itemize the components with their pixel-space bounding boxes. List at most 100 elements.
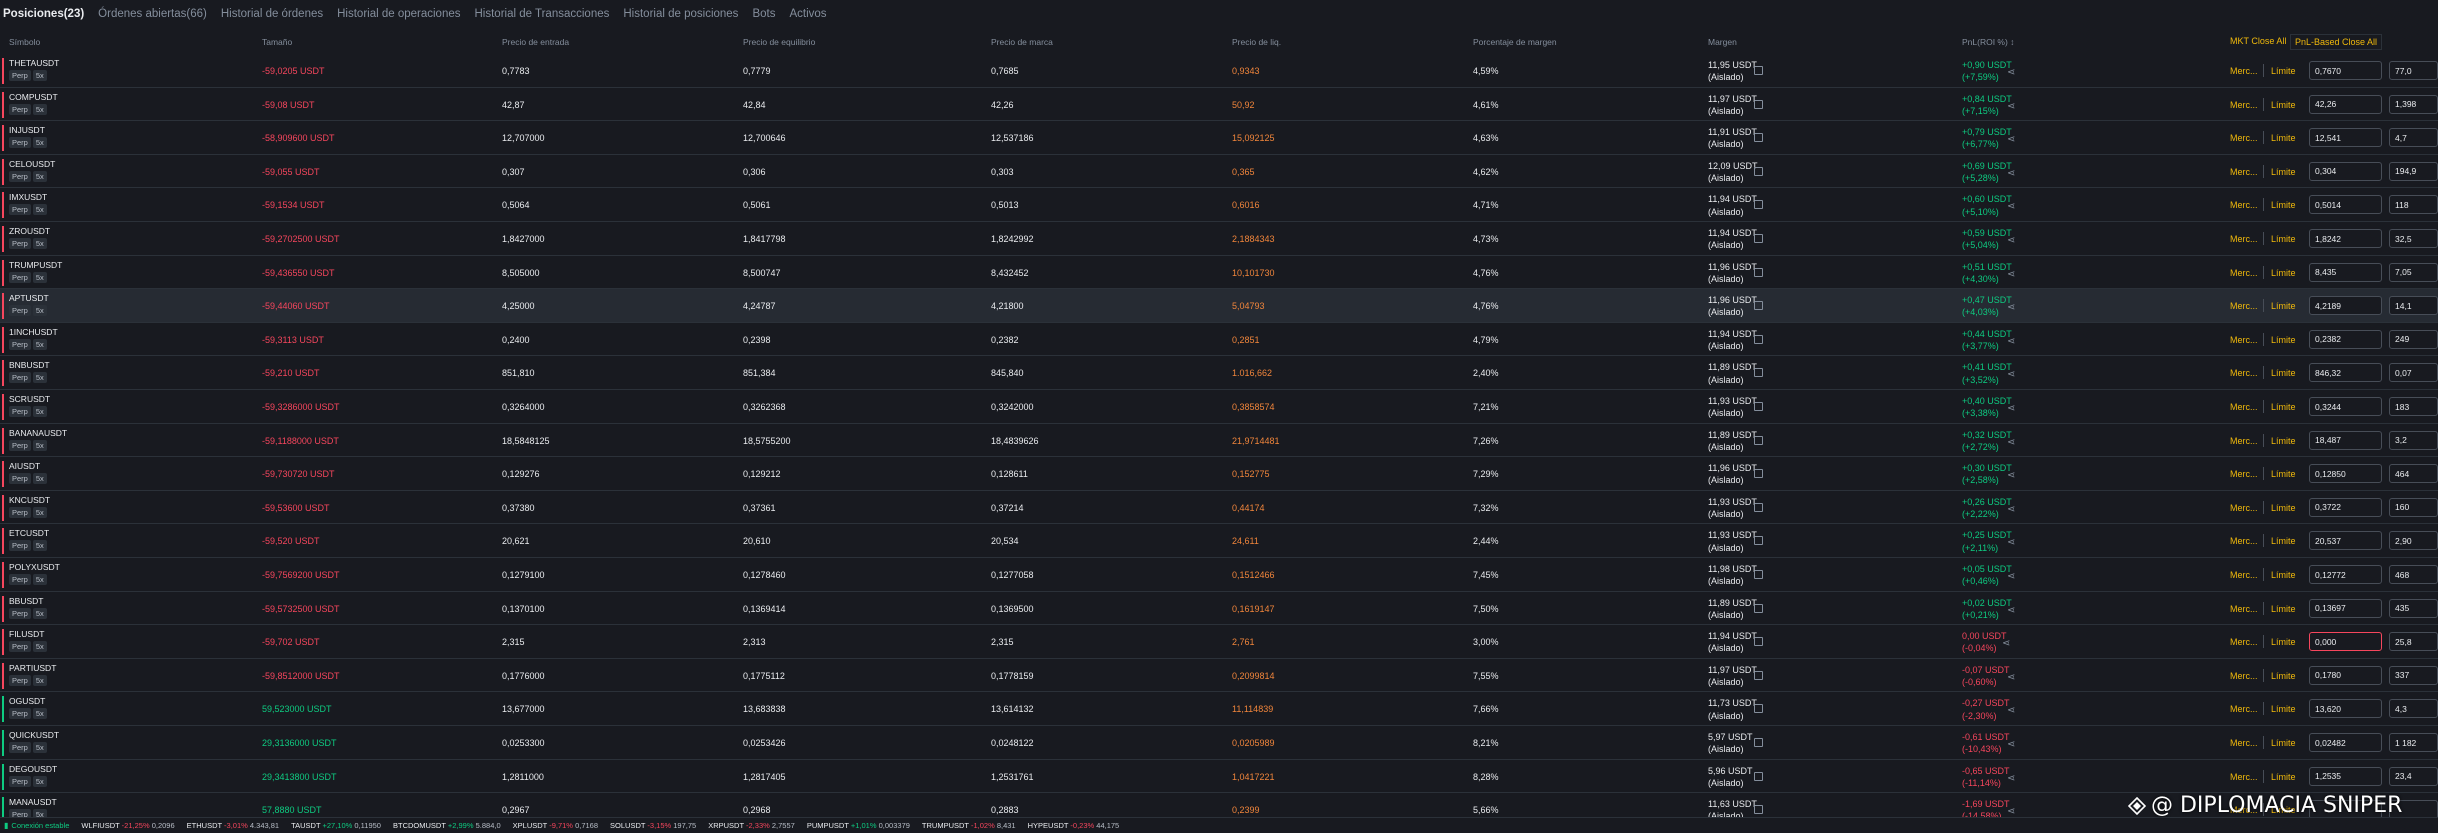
limit-close-button[interactable]: Límite — [2271, 469, 2296, 479]
market-close-button[interactable]: Merc... — [2230, 436, 2258, 446]
close-qty-input[interactable] — [2389, 766, 2438, 786]
leverage-badge[interactable]: 5x — [32, 305, 47, 317]
symbol-label[interactable]: IMXUSDT — [9, 192, 47, 202]
share-icon[interactable]: ⋖ — [2007, 739, 2015, 750]
limit-close-button[interactable]: Límite — [2271, 133, 2296, 143]
tab-3[interactable]: Historial de operaciones — [337, 8, 460, 20]
limit-price-input[interactable] — [2309, 497, 2382, 517]
limit-price-input[interactable] — [2309, 296, 2382, 316]
market-close-button[interactable]: Merc... — [2230, 704, 2258, 714]
leverage-badge[interactable]: 5x — [32, 674, 47, 686]
market-close-button[interactable]: Merc... — [2230, 503, 2258, 513]
ticker-item[interactable]: SOLUSDT -3,15% 197,75 — [610, 821, 696, 830]
limit-close-button[interactable]: Límite — [2271, 167, 2296, 177]
ticker-item[interactable]: XPLUSDT -9,71% 0,7168 — [513, 821, 598, 830]
limit-close-button[interactable]: Límite — [2271, 536, 2296, 546]
leverage-badge[interactable]: 5x — [32, 506, 47, 518]
col-pnl[interactable]: PnL(ROI %) ↕ — [1962, 37, 2014, 47]
edit-margin-icon[interactable] — [1754, 469, 1763, 479]
share-icon[interactable]: ⋖ — [2007, 235, 2015, 246]
share-icon[interactable]: ⋖ — [2007, 605, 2015, 616]
leverage-badge[interactable]: 5x — [32, 439, 47, 451]
leverage-badge[interactable]: 5x — [32, 372, 47, 384]
symbol-label[interactable]: FILUSDT — [9, 629, 44, 639]
leverage-badge[interactable]: 5x — [32, 338, 47, 350]
pnl-close-all-button[interactable]: PnL-Based Close All — [2290, 34, 2383, 50]
col-liq[interactable]: Precio de liq. — [1232, 37, 1281, 47]
share-icon[interactable]: ⋖ — [2007, 437, 2015, 448]
symbol-label[interactable]: BBUSDT — [9, 596, 43, 606]
ticker-item[interactable]: BTCDOMUSDT +2,99% 5.884,0 — [393, 821, 501, 830]
leverage-badge[interactable]: 5x — [32, 742, 47, 753]
edit-margin-icon[interactable] — [1754, 402, 1763, 411]
symbol-label[interactable]: KNCUSDT — [9, 495, 50, 505]
share-icon[interactable]: ⋖ — [2007, 470, 2015, 481]
ticker-item[interactable]: ETHUSDT -3,01% 4.343,81 — [187, 821, 279, 830]
tab-6[interactable]: Bots — [752, 8, 775, 20]
close-qty-input[interactable] — [2389, 497, 2438, 517]
market-close-button[interactable]: Merc... — [2230, 536, 2258, 546]
close-qty-input[interactable] — [2389, 262, 2438, 282]
edit-margin-icon[interactable] — [1754, 66, 1763, 75]
market-close-button[interactable]: Merc... — [2230, 100, 2258, 110]
limit-close-button[interactable]: Límite — [2271, 66, 2296, 76]
share-icon[interactable]: ⋖ — [2007, 672, 2015, 683]
symbol-label[interactable]: 1INCHUSDT — [9, 327, 58, 337]
close-qty-input[interactable] — [2389, 229, 2438, 248]
close-qty-input[interactable] — [2389, 531, 2438, 551]
tab-4[interactable]: Historial de Transacciones — [475, 8, 610, 20]
col-margin[interactable]: Margen — [1708, 37, 1737, 47]
symbol-label[interactable]: DEGOUSDT — [9, 764, 57, 774]
limit-price-input[interactable] — [2309, 565, 2382, 584]
close-qty-input[interactable] — [2389, 699, 2438, 719]
ticker-item[interactable]: TAUSDT +27,10% 0,11950 — [291, 821, 381, 830]
leverage-badge[interactable]: 5x — [32, 271, 47, 283]
share-icon[interactable]: ⋖ — [2007, 269, 2015, 280]
share-icon[interactable]: ⋖ — [2007, 705, 2015, 716]
limit-close-button[interactable]: Límite — [2271, 704, 2296, 714]
leverage-badge[interactable]: 5x — [32, 70, 47, 81]
symbol-label[interactable]: SCRUSDT — [9, 394, 50, 404]
ticker-item[interactable]: WLFIUSDT -21,25% 0,2096 — [81, 821, 174, 830]
leverage-badge[interactable]: 5x — [32, 204, 47, 216]
share-icon[interactable]: ⋖ — [2007, 134, 2015, 145]
close-qty-input[interactable] — [2389, 598, 2438, 618]
symbol-label[interactable]: CELOUSDT — [9, 159, 55, 169]
limit-price-input[interactable] — [2309, 397, 2382, 416]
symbol-label[interactable]: OGUSDT — [9, 696, 45, 706]
limit-price-input[interactable] — [2309, 61, 2382, 80]
edit-margin-icon[interactable] — [1754, 570, 1763, 579]
leverage-badge[interactable]: 5x — [32, 473, 47, 485]
share-icon[interactable]: ⋖ — [2007, 403, 2015, 414]
leverage-badge[interactable]: 5x — [32, 708, 47, 720]
limit-close-button[interactable]: Límite — [2271, 335, 2296, 345]
close-qty-input[interactable] — [2389, 128, 2438, 148]
limit-close-button[interactable]: Límite — [2271, 100, 2296, 110]
tab-2[interactable]: Historial de órdenes — [221, 8, 323, 20]
close-qty-input[interactable] — [2389, 665, 2438, 685]
limit-price-input[interactable] — [2309, 128, 2382, 148]
market-close-button[interactable]: Merc... — [2230, 671, 2258, 681]
limit-close-button[interactable]: Límite — [2271, 402, 2296, 412]
close-qty-input[interactable] — [2389, 161, 2438, 181]
limit-price-input[interactable] — [2309, 632, 2382, 652]
edit-margin-icon[interactable] — [1754, 805, 1763, 815]
leverage-badge[interactable]: 5x — [32, 809, 47, 817]
symbol-label[interactable]: THETAUSDT — [9, 58, 59, 68]
leverage-badge[interactable]: 5x — [32, 170, 47, 182]
limit-close-button[interactable]: Límite — [2271, 234, 2296, 244]
share-icon[interactable]: ⋖ — [2007, 168, 2015, 179]
symbol-label[interactable]: INJUSDT — [9, 125, 45, 135]
share-icon[interactable]: ⋖ — [2007, 67, 2015, 78]
share-icon[interactable]: ⋖ — [2007, 806, 2015, 817]
tab-0[interactable]: Posiciones(23) — [3, 8, 84, 20]
symbol-label[interactable]: BNBUSDT — [9, 360, 50, 370]
symbol-label[interactable]: COMPUSDT — [9, 92, 58, 102]
edit-margin-icon[interactable] — [1754, 670, 1763, 680]
close-qty-input[interactable] — [2389, 565, 2438, 584]
limit-price-input[interactable] — [2309, 766, 2382, 786]
edit-margin-icon[interactable] — [1754, 435, 1763, 445]
close-qty-input[interactable] — [2389, 61, 2438, 80]
symbol-label[interactable]: ZROUSDT — [9, 226, 50, 236]
limit-close-button[interactable]: Límite — [2271, 301, 2296, 311]
